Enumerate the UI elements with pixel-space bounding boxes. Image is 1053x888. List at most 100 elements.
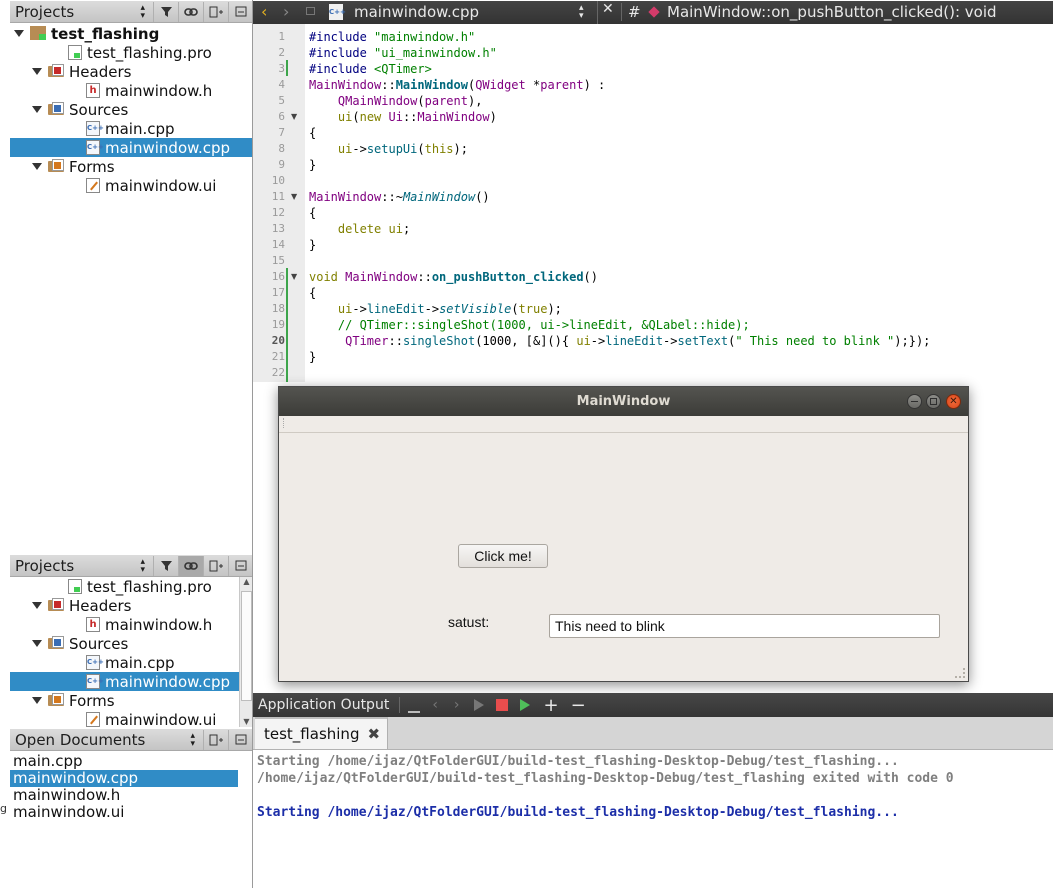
tree-item[interactable]: Forms (10, 691, 239, 710)
tree-item-label: Headers (69, 596, 132, 615)
code-token: :: (381, 78, 396, 92)
status-line-edit[interactable] (549, 614, 940, 638)
line-number: 4 (278, 78, 285, 91)
fold-marker-icon[interactable]: ▼ (291, 269, 297, 285)
tree-item[interactable]: Sources (10, 100, 253, 119)
zoom-out-icon[interactable]: − (571, 695, 586, 716)
click-me-button[interactable]: Click me! (458, 544, 548, 568)
close-file-icon[interactable]: ✕ (597, 1, 614, 24)
projects-pane-header-2: Projects ▴ ▾ (10, 555, 253, 577)
updown-icon[interactable]: ▴ ▾ (190, 731, 195, 748)
clean-icon[interactable] (408, 697, 421, 713)
code-token: parent (540, 78, 584, 92)
close-pane-icon[interactable] (228, 555, 253, 576)
output-tab[interactable]: test_flashing ✖ (255, 717, 388, 749)
tree-item[interactable]: h mainwindow.h (10, 81, 253, 100)
expand-arrow-icon[interactable] (32, 163, 42, 170)
minimize-button[interactable] (907, 394, 922, 409)
code-line: ui->setupUi(this); (309, 141, 468, 157)
stop-icon[interactable] (495, 699, 508, 711)
tree-item[interactable]: C++ main.cpp (10, 653, 239, 672)
tree-item[interactable]: C++ main.cpp (10, 119, 253, 138)
filter-icon[interactable] (153, 555, 178, 576)
close-tab-icon[interactable]: ✖ (367, 725, 380, 743)
attach-debugger-icon[interactable] (519, 699, 530, 711)
expand-arrow-icon[interactable] (32, 106, 42, 113)
zoom-in-icon[interactable]: + (544, 695, 559, 716)
link-icon[interactable] (178, 1, 203, 22)
editor-toolbar: ‹ › C++ mainwindow.cpp ▴ ▾ ✕ # MainWindow… (253, 1, 1053, 24)
close-pane-icon[interactable] (228, 729, 253, 750)
editor-file-name[interactable]: mainwindow.cpp (354, 3, 479, 21)
symbol-selector[interactable]: MainWindow::on_pushButton_clicked(): voi… (667, 3, 997, 21)
main-window[interactable]: MainWindow ✕ Click me! satust: (278, 386, 969, 682)
tree-item-label: main.cpp (105, 119, 175, 138)
code-token: new (359, 110, 389, 124)
split-icon[interactable] (203, 555, 228, 576)
code-token: #include (309, 62, 375, 76)
back-arrow-icon[interactable]: ‹ (261, 2, 267, 21)
edge-glyph: g (0, 802, 7, 815)
tree-item[interactable]: mainwindow.ui (10, 176, 253, 195)
scroll-thumb[interactable] (241, 591, 252, 701)
output-line: /home/ijaz/QtFolderGUI/build-test_flashi… (257, 771, 954, 786)
cpp-file-icon: C++ (329, 4, 346, 20)
expand-arrow-icon[interactable] (32, 640, 42, 647)
expand-arrow-icon[interactable] (32, 602, 42, 609)
open-document-item[interactable]: mainwindow.h (10, 787, 238, 804)
tree-item[interactable]: Forms (10, 157, 253, 176)
ui-file-icon (86, 712, 100, 727)
run-icon[interactable] (473, 699, 484, 711)
tree-item-label: mainwindow.h (105, 81, 213, 100)
close-window-button[interactable]: ✕ (946, 394, 961, 409)
split-icon[interactable] (203, 729, 228, 750)
expand-arrow-icon[interactable] (14, 30, 24, 37)
tree-item-label: mainwindow.ui (105, 710, 217, 728)
prev-icon[interactable]: ‹ (432, 697, 438, 713)
code-token: (1000, [&](){ (475, 334, 577, 348)
line-number: 22 (271, 366, 285, 379)
tree-item-label: Forms (69, 691, 115, 710)
split-icon[interactable] (203, 1, 228, 22)
tree-item[interactable]: test_flashing.pro (10, 577, 239, 596)
resize-grip-icon[interactable] (955, 668, 965, 678)
tree-item[interactable]: Headers (10, 62, 253, 81)
folder-icon (48, 159, 64, 172)
updown-icon[interactable]: ▴ ▾ (140, 3, 145, 20)
tree-item[interactable]: C++ mainwindow.cpp (10, 672, 239, 691)
open-document-item[interactable]: main.cpp (10, 753, 238, 770)
code-token: :: (388, 334, 403, 348)
tree-scrollbar[interactable]: ▲ ▼ (239, 577, 253, 727)
expand-arrow-icon[interactable] (32, 68, 42, 75)
tree-item[interactable]: h mainwindow.h (10, 615, 239, 634)
tree-item[interactable]: Sources (10, 634, 239, 653)
code-token: MainWindow (417, 110, 490, 124)
code-line: MainWindow::MainWindow(QWidget *parent) … (309, 77, 605, 93)
tree-item[interactable]: test_flashing.pro (10, 43, 253, 62)
projects-tree-top: test_flashing test_flashing.pro Headers h ma… (10, 24, 253, 551)
filter-icon[interactable] (153, 1, 178, 22)
tree-item[interactable]: test_flashing (10, 24, 253, 43)
forward-arrow-icon[interactable]: › (283, 2, 289, 21)
maximize-button[interactable] (926, 394, 941, 409)
updown-icon[interactable]: ▴ ▾ (140, 557, 145, 574)
fold-marker-icon[interactable]: ▼ (291, 189, 297, 205)
expand-arrow-icon[interactable] (32, 697, 42, 704)
code-token: ( (352, 110, 360, 124)
link-icon[interactable] (178, 555, 203, 576)
next-icon[interactable]: › (454, 697, 460, 713)
tree-item[interactable]: Headers (10, 596, 239, 615)
fold-marker-icon[interactable]: ▼ (291, 109, 297, 125)
status-label: satust: (448, 614, 490, 630)
close-pane-icon[interactable] (228, 1, 253, 22)
updown-icon[interactable]: ▴ ▾ (579, 4, 584, 21)
code-token: { (309, 286, 317, 300)
tree-item[interactable]: C++ mainwindow.cpp (10, 138, 253, 157)
tree-item[interactable]: mainwindow.ui (10, 710, 239, 727)
open-document-item[interactable]: mainwindow.ui (10, 804, 238, 821)
open-document-item[interactable]: mainwindow.cpp (10, 770, 238, 787)
window-title-bar[interactable]: MainWindow (279, 387, 968, 416)
line-number: 6 (278, 110, 285, 123)
